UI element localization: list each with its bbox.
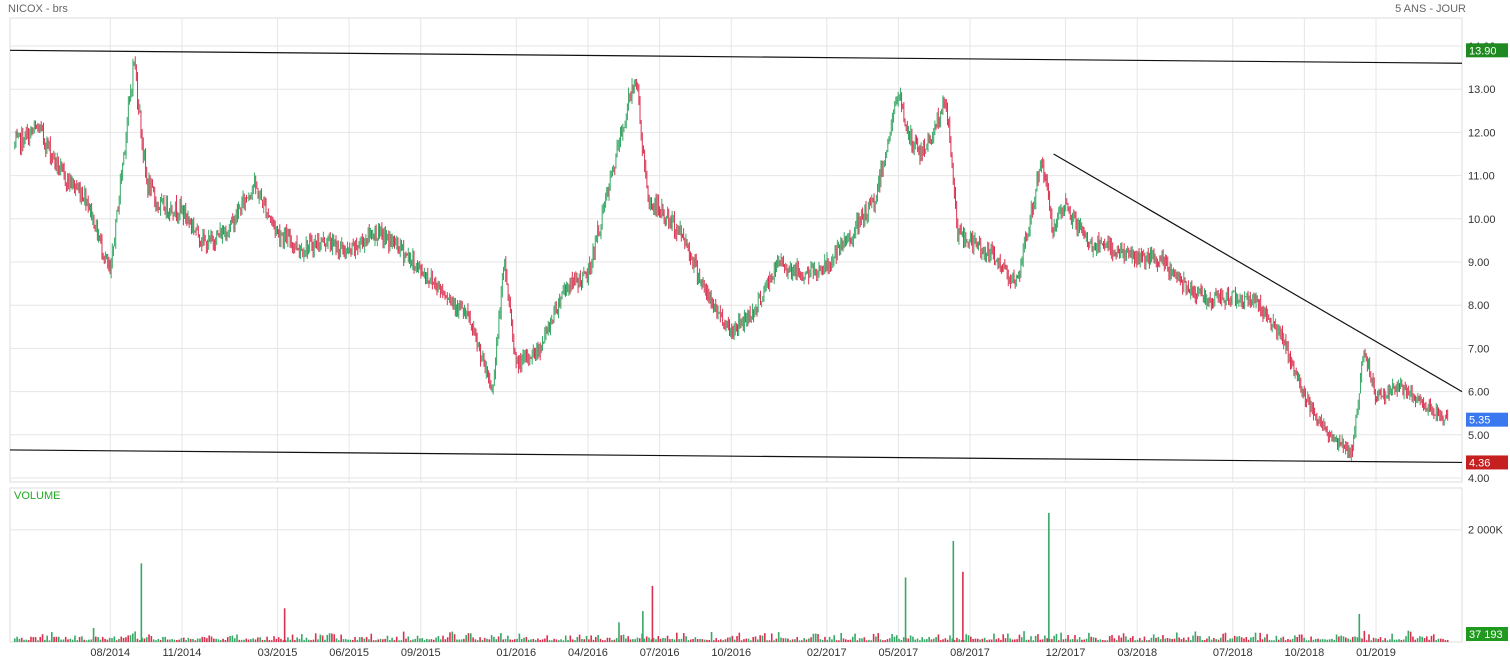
axes: 4.00 5.00 6.00 7.00 8.00 9.00 10.00 11.00 12.00 1… (90, 41, 1503, 659)
time-tick-label: 06/2015 (329, 647, 369, 659)
trend-lines (9, 49, 1463, 464)
last-price-badge: 5.35 (1469, 415, 1490, 427)
support-trendline (9, 449, 1463, 464)
price-volume-chart[interactable]: 4.00 5.00 6.00 7.00 8.00 9.00 10.00 11.00 12.00 1… (0, 0, 1510, 662)
volume-tick-label: 2 000K (1468, 525, 1504, 537)
time-tick-label: 01/2019 (1356, 647, 1396, 659)
volume-panel-frame (9, 487, 1463, 643)
downtrend-trendline (1053, 153, 1463, 393)
time-tick-label: 09/2015 (401, 647, 441, 659)
volume-badge: 37 193 (1469, 629, 1503, 641)
time-tick-label: 04/2016 (568, 647, 608, 659)
price-tick-label: 6.00 (1468, 387, 1489, 399)
price-tick-label: 4.00 (1468, 473, 1489, 485)
time-tick-label: 12/2017 (1046, 647, 1086, 659)
time-tick-label: 02/2017 (807, 647, 847, 659)
time-tick-label: 10/2016 (711, 647, 751, 659)
price-tick-label: 10.00 (1468, 214, 1496, 226)
price-tick-label: 7.00 (1468, 343, 1489, 355)
time-tick-label: 10/2018 (1284, 647, 1324, 659)
time-tick-label: 07/2018 (1213, 647, 1253, 659)
price-tick-label: 5.00 (1468, 430, 1489, 442)
price-tick-label: 9.00 (1468, 257, 1489, 269)
price-tick-label: 11.00 (1468, 171, 1495, 183)
resistance-trendline (9, 49, 1463, 64)
price-tick-label: 12.00 (1468, 127, 1496, 139)
time-tick-label: 05/2017 (879, 647, 919, 659)
time-tick-label: 08/2014 (90, 647, 130, 659)
price-tick-label: 8.00 (1468, 300, 1489, 312)
time-tick-label: 07/2016 (640, 647, 680, 659)
time-tick-label: 03/2018 (1117, 647, 1157, 659)
time-tick-label: 08/2017 (950, 647, 990, 659)
price-panel-frame (9, 17, 1463, 483)
time-tick-label: 01/2016 (496, 647, 536, 659)
resistance-badge: 13.90 (1469, 45, 1497, 57)
price-tick-label: 13.00 (1468, 84, 1496, 96)
time-tick-label: 11/2014 (162, 647, 201, 659)
time-tick-label: 03/2015 (258, 647, 298, 659)
support-badge: 4.36 (1469, 457, 1490, 469)
